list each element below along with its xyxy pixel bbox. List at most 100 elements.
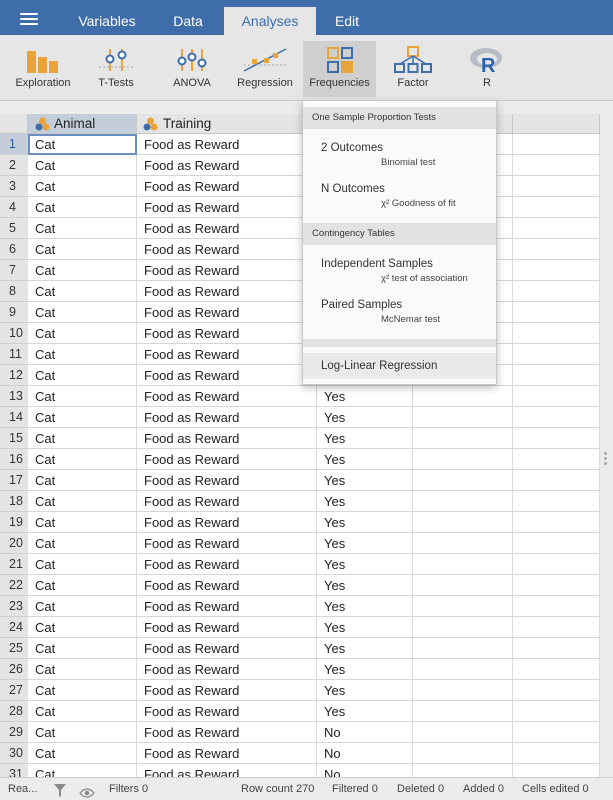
cell-training[interactable]: Food as Reward bbox=[137, 743, 317, 764]
cell-empty[interactable] bbox=[513, 533, 600, 554]
corner-cell[interactable] bbox=[0, 114, 28, 134]
cell-animal[interactable]: Cat bbox=[28, 365, 137, 386]
cell-training[interactable]: Food as Reward bbox=[137, 533, 317, 554]
cell-empty[interactable] bbox=[513, 302, 600, 323]
cell-animal[interactable]: Cat bbox=[28, 281, 137, 302]
cell-empty[interactable] bbox=[513, 575, 600, 596]
cell-empty[interactable] bbox=[413, 701, 513, 722]
row-number[interactable]: 7 bbox=[0, 260, 28, 281]
row-number[interactable]: 5 bbox=[0, 218, 28, 239]
row-number[interactable]: 9 bbox=[0, 302, 28, 323]
cell-empty[interactable] bbox=[513, 680, 600, 701]
cell-training[interactable]: Food as Reward bbox=[137, 491, 317, 512]
cell-training[interactable]: Food as Reward bbox=[137, 554, 317, 575]
cell-training[interactable]: Food as Reward bbox=[137, 197, 317, 218]
row-number[interactable]: 10 bbox=[0, 323, 28, 344]
cell-empty[interactable] bbox=[413, 554, 513, 575]
cell-dance[interactable]: Yes bbox=[317, 575, 413, 596]
cell-empty[interactable] bbox=[513, 365, 600, 386]
cell-empty[interactable] bbox=[413, 659, 513, 680]
cell-empty[interactable] bbox=[413, 428, 513, 449]
cell-empty[interactable] bbox=[513, 281, 600, 302]
cell-dance[interactable]: No bbox=[317, 722, 413, 743]
cell-training[interactable]: Food as Reward bbox=[137, 470, 317, 491]
row-number[interactable]: 2 bbox=[0, 155, 28, 176]
cell-training[interactable]: Food as Reward bbox=[137, 134, 317, 155]
row-number[interactable]: 16 bbox=[0, 449, 28, 470]
cell-animal[interactable]: Cat bbox=[28, 659, 137, 680]
tab-data[interactable]: Data bbox=[160, 7, 216, 35]
cell-empty[interactable] bbox=[413, 722, 513, 743]
cell-empty[interactable] bbox=[513, 764, 600, 777]
row-number[interactable]: 6 bbox=[0, 239, 28, 260]
cell-empty[interactable] bbox=[413, 764, 513, 777]
cell-training[interactable]: Food as Reward bbox=[137, 449, 317, 470]
cell-empty[interactable] bbox=[413, 638, 513, 659]
hamburger-menu-icon[interactable] bbox=[20, 13, 38, 25]
cell-animal[interactable]: Cat bbox=[28, 302, 137, 323]
cell-empty[interactable] bbox=[413, 386, 513, 407]
cell-empty[interactable] bbox=[513, 617, 600, 638]
cell-empty[interactable] bbox=[513, 743, 600, 764]
cell-empty[interactable] bbox=[413, 512, 513, 533]
row-number[interactable]: 30 bbox=[0, 743, 28, 764]
cell-training[interactable]: Food as Reward bbox=[137, 596, 317, 617]
cell-empty[interactable] bbox=[413, 533, 513, 554]
row-number[interactable]: 21 bbox=[0, 554, 28, 575]
cell-animal[interactable]: Cat bbox=[28, 176, 137, 197]
cell-empty[interactable] bbox=[513, 386, 600, 407]
cell-training[interactable]: Food as Reward bbox=[137, 302, 317, 323]
cell-animal[interactable]: Cat bbox=[28, 512, 137, 533]
cell-training[interactable]: Food as Reward bbox=[137, 260, 317, 281]
column-header-5[interactable] bbox=[513, 114, 600, 134]
factor-button[interactable]: Factor bbox=[386, 41, 440, 97]
cell-animal[interactable]: Cat bbox=[28, 701, 137, 722]
row-number[interactable]: 14 bbox=[0, 407, 28, 428]
cell-training[interactable]: Food as Reward bbox=[137, 386, 317, 407]
menu-item-2-outcomes[interactable]: 2 Outcomes Binomial test bbox=[303, 142, 496, 168]
cell-empty[interactable] bbox=[413, 470, 513, 491]
cell-animal[interactable]: Cat bbox=[28, 386, 137, 407]
cell-empty[interactable] bbox=[513, 407, 600, 428]
column-header-training[interactable]: Training bbox=[137, 114, 317, 134]
cell-empty[interactable] bbox=[413, 680, 513, 701]
cell-training[interactable]: Food as Reward bbox=[137, 722, 317, 743]
exploration-button[interactable]: Exploration bbox=[8, 41, 78, 97]
cell-animal[interactable]: Cat bbox=[28, 428, 137, 449]
row-number[interactable]: 25 bbox=[0, 638, 28, 659]
row-number[interactable]: 22 bbox=[0, 575, 28, 596]
cell-animal[interactable]: Cat bbox=[28, 260, 137, 281]
row-number[interactable]: 24 bbox=[0, 617, 28, 638]
cell-dance[interactable]: Yes bbox=[317, 701, 413, 722]
cell-dance[interactable]: No bbox=[317, 743, 413, 764]
menu-item-paired-samples[interactable]: Paired Samples McNemar test bbox=[303, 299, 496, 325]
cell-dance[interactable]: Yes bbox=[317, 470, 413, 491]
cell-training[interactable]: Food as Reward bbox=[137, 575, 317, 596]
cell-empty[interactable] bbox=[513, 722, 600, 743]
cell-empty[interactable] bbox=[513, 596, 600, 617]
cell-animal[interactable]: Cat bbox=[28, 722, 137, 743]
filter-icon[interactable] bbox=[54, 783, 66, 800]
cell-training[interactable]: Food as Reward bbox=[137, 323, 317, 344]
cell-training[interactable]: Food as Reward bbox=[137, 680, 317, 701]
cell-dance[interactable]: Yes bbox=[317, 386, 413, 407]
cell-empty[interactable] bbox=[513, 554, 600, 575]
cell-dance[interactable]: Yes bbox=[317, 680, 413, 701]
cell-animal[interactable]: Cat bbox=[28, 617, 137, 638]
cell-dance[interactable]: Yes bbox=[317, 428, 413, 449]
cell-training[interactable]: Food as Reward bbox=[137, 428, 317, 449]
cell-empty[interactable] bbox=[513, 218, 600, 239]
regression-button[interactable]: Regression bbox=[232, 41, 298, 97]
cell-empty[interactable] bbox=[513, 197, 600, 218]
cell-empty[interactable] bbox=[513, 659, 600, 680]
cell-animal[interactable]: Cat bbox=[28, 407, 137, 428]
row-number[interactable]: 26 bbox=[0, 659, 28, 680]
splitter-handle-icon[interactable] bbox=[604, 452, 608, 466]
cell-animal[interactable]: Cat bbox=[28, 764, 137, 777]
row-number[interactable]: 1 bbox=[0, 134, 28, 155]
column-header-animal[interactable]: Animal bbox=[28, 114, 137, 134]
row-number[interactable]: 4 bbox=[0, 197, 28, 218]
cell-training[interactable]: Food as Reward bbox=[137, 176, 317, 197]
row-number[interactable]: 27 bbox=[0, 680, 28, 701]
row-number[interactable]: 11 bbox=[0, 344, 28, 365]
